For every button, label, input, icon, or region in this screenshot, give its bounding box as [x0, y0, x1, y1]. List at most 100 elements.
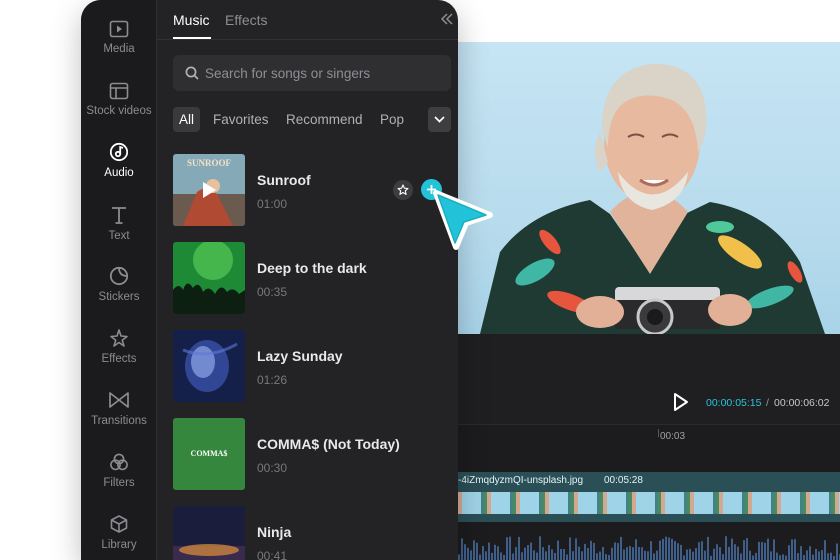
preview-image [480, 63, 825, 334]
rail-label-stickers: Stickers [98, 291, 140, 303]
cover-text: COMMA$ [191, 449, 228, 458]
rail-item-stock-videos[interactable]: Stock videos [81, 82, 157, 134]
filters-icon [110, 453, 128, 471]
waveform-bar [749, 550, 751, 560]
waveform-bar [833, 555, 835, 560]
song-duration: 00:41 [257, 549, 288, 560]
waveform-bar [566, 554, 568, 560]
rail-item-text[interactable]: Text [81, 205, 157, 257]
rail-item-effects[interactable]: Effects [81, 328, 157, 380]
rail-item-stickers[interactable]: Stickers [81, 266, 157, 318]
waveform-bar [716, 544, 718, 560]
total-time: 00:00:06:02 [774, 397, 830, 409]
pointer-cursor-icon [433, 190, 493, 250]
song-duration: 00:30 [257, 461, 288, 475]
waveform-bar [629, 546, 631, 560]
waveform-bar [764, 542, 766, 560]
media-icon [109, 20, 129, 38]
filter-all[interactable]: All [173, 107, 201, 132]
stickers-icon [109, 266, 129, 286]
audio-waveform[interactable] [440, 534, 840, 560]
text-icon [112, 207, 126, 224]
search-icon [185, 66, 199, 80]
rail-item-transitions[interactable]: Transitions [81, 390, 157, 442]
effects-icon [110, 329, 128, 347]
waveform-bar [521, 552, 523, 560]
waveform-bar [587, 547, 589, 560]
rail-label-stock-videos: Stock videos [86, 105, 152, 117]
waveform-bar [734, 544, 736, 560]
rail-item-library[interactable]: Library [81, 514, 157, 560]
rail-item-filters[interactable]: Filters [81, 452, 157, 504]
waveform-bar [470, 550, 472, 560]
timeline-ruler[interactable]: 00:03 [440, 424, 840, 472]
waveform-bar [497, 546, 499, 560]
waveform-bar [653, 553, 655, 560]
waveform-bar [635, 539, 637, 560]
filter-recommend[interactable]: Recommend [286, 107, 363, 132]
waveform-bar [668, 537, 670, 560]
waveform-bar [731, 538, 733, 560]
video-clip-frames[interactable] [440, 492, 840, 522]
tab-effects[interactable]: Effects [225, 12, 268, 28]
ruler-label: 00:03 [660, 431, 686, 442]
waveform-bar [692, 551, 694, 560]
time-separator: / [766, 397, 769, 409]
audio-content: Music Effects All Favorites Recommend Po… [157, 0, 458, 560]
video-clip-header[interactable]: -4iZmqdyzmQI-unsplash.jpg 00:05:28 [440, 472, 840, 492]
favorite-button[interactable] [393, 180, 413, 200]
ruler-tick [658, 429, 659, 437]
waveform-bar [740, 553, 742, 560]
waveform-bar [638, 546, 640, 560]
waveform-bar [794, 539, 796, 560]
waveform-bar [701, 541, 703, 560]
song-title: Lazy Sunday [257, 348, 343, 364]
waveform-bar [611, 547, 613, 560]
collapse-panel-icon[interactable] [440, 12, 454, 26]
play-icon[interactable] [672, 392, 690, 412]
search-input[interactable] [205, 55, 445, 91]
waveform-bar [761, 542, 763, 560]
waveform-bar [464, 544, 466, 560]
album-cover [173, 506, 245, 560]
song-item[interactable]: Ninja 00:41 [173, 506, 451, 560]
waveform-bar [800, 546, 802, 560]
waveform-bar [536, 552, 538, 560]
search-box[interactable] [173, 55, 451, 91]
song-item[interactable]: COMMA$ COMMA$ (Not Today) 00:30 [173, 418, 451, 492]
clip-frames-base [440, 514, 840, 522]
song-duration: 00:35 [257, 285, 288, 299]
tab-music[interactable]: Music [173, 12, 210, 28]
filter-favorites[interactable]: Favorites [213, 107, 269, 132]
waveform-bar [617, 543, 619, 560]
waveform-bar [533, 550, 535, 560]
song-item[interactable]: SUNROOF Sunroof 01:00 [173, 154, 451, 228]
waveform-bar [770, 551, 772, 560]
play-preview-icon[interactable] [201, 181, 217, 199]
song-item[interactable]: Lazy Sunday 01:26 [173, 330, 451, 404]
waveform-bar [659, 540, 661, 560]
waveform-bar [812, 554, 814, 560]
waveform-bar [620, 536, 622, 560]
waveform-bar [458, 554, 460, 560]
waveform-bar [791, 539, 793, 560]
cover-text: SUNROOF [187, 158, 232, 168]
waveform-bar [596, 553, 598, 560]
waveform-bar [671, 538, 673, 560]
song-item[interactable]: Deep to the dark 00:35 [173, 242, 451, 316]
waveform-bar [503, 554, 505, 560]
rail-label-filters: Filters [103, 477, 135, 489]
waveform-bar [560, 548, 562, 560]
waveform-bar [518, 536, 520, 560]
waveform-bar [788, 545, 790, 560]
rail-label-text: Text [108, 230, 130, 242]
rail-item-audio[interactable]: Audio [81, 142, 157, 194]
filter-pop[interactable]: Pop [380, 107, 404, 132]
filter-more-button[interactable] [428, 107, 451, 132]
rail-item-media[interactable]: Media [81, 20, 157, 72]
player-bar [440, 334, 840, 424]
waveform-bar [662, 538, 664, 560]
video-preview[interactable] [440, 42, 840, 334]
waveform-bar [605, 554, 607, 560]
waveform-bar [590, 540, 592, 560]
